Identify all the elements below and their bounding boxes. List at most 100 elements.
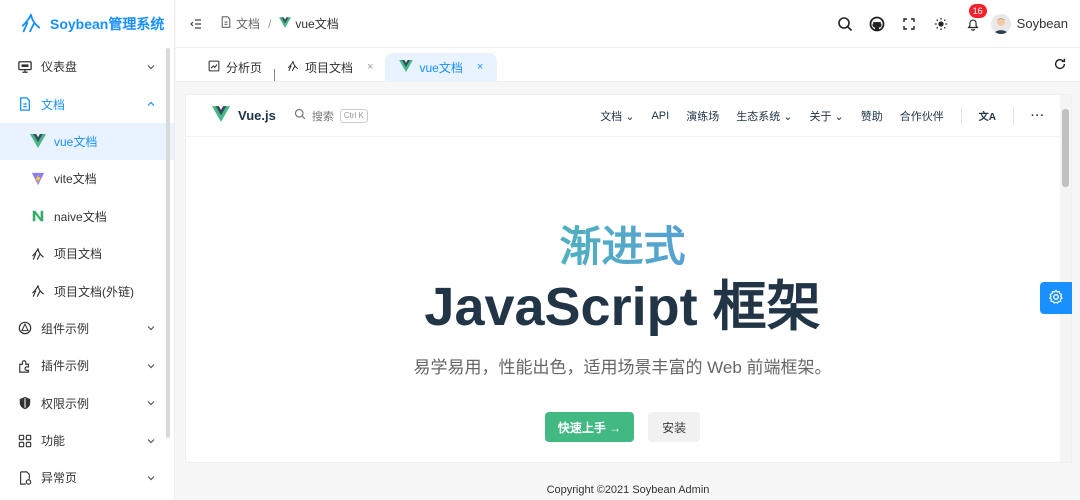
tab-label: 项目文档	[305, 60, 354, 75]
vue-hero: 渐进式 JavaScript 框架 易学易用，性能出色，适用场景丰富的 Web …	[186, 137, 1059, 462]
sidebar-item-label: 文档	[41, 97, 66, 112]
sidebar-item-label: vite文档	[54, 172, 97, 187]
sidebar-item-project-docs-external[interactable]: 项目文档(外链)	[0, 272, 174, 309]
github-icon[interactable]	[861, 8, 893, 40]
header-actions: 16 Soybean	[829, 3, 1068, 40]
grid-icon	[17, 433, 33, 449]
vue-logo-icon	[212, 106, 230, 125]
hero-actions: 快速上手 → 安装	[186, 412, 1059, 442]
sidebar-item-label: 项目文档(外链)	[54, 284, 134, 299]
exception-icon	[17, 470, 33, 486]
docs-scrollbar[interactable]	[1060, 95, 1071, 462]
docs-iframe[interactable]: Vue.js 搜索 Ctrl K 文档 ⌄ API 演练场 生态系统 ⌄ 关于 …	[185, 94, 1072, 463]
tab-close-icon[interactable]: ×	[477, 61, 483, 73]
dashboard-icon	[17, 59, 33, 75]
sidebar-item-project-docs[interactable]: 项目文档	[0, 235, 174, 272]
soybean-logo-icon	[20, 12, 42, 37]
nav-divider	[960, 106, 962, 125]
components-icon	[17, 320, 33, 336]
tab-close-icon[interactable]: ×	[367, 61, 373, 73]
vue-site-navbar: Vue.js 搜索 Ctrl K 文档 ⌄ API 演练场 生态系统 ⌄ 关于 …	[186, 95, 1071, 137]
get-started-button[interactable]: 快速上手 →	[544, 412, 635, 442]
document-icon	[220, 16, 232, 31]
username: Soybean	[1016, 16, 1068, 31]
avatar	[990, 13, 1011, 34]
breadcrumb-item-vue-docs[interactable]: vue文档	[279, 15, 339, 32]
top-header: 文档 / vue文档 16 Soybean	[176, 0, 1080, 48]
vue-nav-api[interactable]: API	[651, 110, 669, 122]
tab-label: vue文档	[419, 60, 463, 75]
vue-logo-icon	[30, 133, 46, 149]
more-icon[interactable]: ···	[1031, 110, 1045, 122]
sidebar-menu: 仪表盘 文档 vue文档 vite文档 naive文档 项目文档 项目文档(外链…	[0, 48, 174, 497]
chevron-down-icon	[146, 323, 156, 333]
notification-bell-icon[interactable]: 16	[957, 3, 989, 40]
search-shortcut: Ctrl K	[339, 108, 368, 123]
sidebar-item-components[interactable]: 组件示例	[0, 310, 174, 347]
scrollbar-thumb[interactable]	[1062, 109, 1069, 187]
project-logo-icon	[287, 60, 299, 75]
sidebar-item-label: 异常页	[41, 471, 78, 486]
tab-vue-docs[interactable]: vue文档 ×	[385, 53, 498, 81]
sidebar-scrollbar[interactable]	[166, 48, 170, 438]
sidebar-item-docs[interactable]: 文档	[0, 85, 174, 122]
breadcrumb-separator: /	[268, 16, 272, 31]
chevron-down-icon	[146, 398, 156, 408]
tab-label: 分析页	[226, 60, 263, 75]
vue-nav-sponsor[interactable]: 赞助	[861, 108, 883, 124]
vue-nav-about[interactable]: 关于 ⌄	[809, 108, 843, 124]
vue-nav-docs[interactable]: 文档 ⌄	[600, 108, 634, 124]
translate-icon[interactable]: 文A	[979, 108, 996, 123]
user-menu[interactable]: Soybean	[990, 13, 1068, 34]
sidebar-item-naive-docs[interactable]: naive文档	[0, 198, 174, 235]
notification-badge: 16	[968, 3, 987, 18]
tab-project-docs[interactable]: 项目文档 ×	[275, 53, 385, 81]
sidebar-item-features[interactable]: 功能	[0, 422, 174, 459]
sidebar-item-plugins[interactable]: 插件示例	[0, 347, 174, 384]
sidebar-item-vue-docs[interactable]: vue文档	[0, 122, 174, 161]
vue-nav-playground[interactable]: 演练场	[686, 108, 719, 124]
sidebar-item-label: naive文档	[54, 209, 107, 224]
vue-nav-partners[interactable]: 合作伙伴	[900, 108, 944, 124]
app-logo[interactable]: Soybean管理系统	[0, 0, 174, 48]
tab-analysis[interactable]: 分析页	[196, 53, 274, 81]
search-icon	[294, 108, 306, 123]
install-button[interactable]: 安装	[648, 412, 701, 442]
vue-site-search[interactable]: 搜索 Ctrl K	[294, 108, 368, 124]
search-icon[interactable]	[829, 8, 861, 40]
document-icon	[17, 96, 33, 112]
nav-divider	[1013, 106, 1014, 125]
footer-copyright: Copyright ©2021 Soybean Admin	[546, 484, 710, 496]
chevron-down-icon	[146, 361, 156, 371]
sidebar-item-vite-docs[interactable]: vite文档	[0, 160, 174, 197]
sidebar-item-label: 功能	[41, 434, 66, 449]
chevron-up-icon	[146, 99, 156, 109]
sidebar-item-exceptions[interactable]: 异常页	[0, 459, 174, 496]
theme-sun-icon[interactable]	[925, 8, 957, 40]
sidebar-item-label: 插件示例	[41, 359, 90, 374]
vue-logo-icon	[399, 59, 414, 75]
project-logo-icon	[30, 246, 46, 262]
breadcrumb: 文档 / vue文档	[220, 15, 339, 32]
refresh-icon[interactable]	[1052, 56, 1068, 72]
menu-collapse-icon[interactable]	[188, 16, 204, 32]
theme-settings-button[interactable]	[1040, 282, 1072, 314]
vue-nav-ecosystem[interactable]: 生态系统 ⌄	[736, 108, 792, 124]
vue-site-title: Vue.js	[238, 108, 276, 123]
tab-bar: 分析页 项目文档 × vue文档 ×	[176, 48, 1080, 82]
project-logo-icon	[30, 283, 46, 299]
analysis-icon	[208, 60, 220, 75]
vue-site-brand[interactable]: Vue.js	[212, 106, 276, 125]
sidebar-item-label: 仪表盘	[41, 60, 78, 75]
plugin-icon	[17, 358, 33, 374]
hero-tagline: 易学易用，性能出色，适用场景丰富的 Web 前端框架。	[413, 358, 832, 377]
breadcrumb-label: 文档	[236, 17, 261, 31]
sidebar-item-permissions[interactable]: 权限示例	[0, 385, 174, 422]
sidebar-item-dashboard[interactable]: 仪表盘	[0, 48, 174, 85]
breadcrumb-item-docs[interactable]: 文档	[220, 15, 260, 32]
vue-logo-icon	[279, 16, 292, 31]
app-title: Soybean管理系统	[50, 16, 165, 32]
sidebar-item-label: 权限示例	[41, 396, 90, 411]
sidebar-item-label: 组件示例	[41, 321, 90, 336]
fullscreen-icon[interactable]	[893, 8, 925, 40]
